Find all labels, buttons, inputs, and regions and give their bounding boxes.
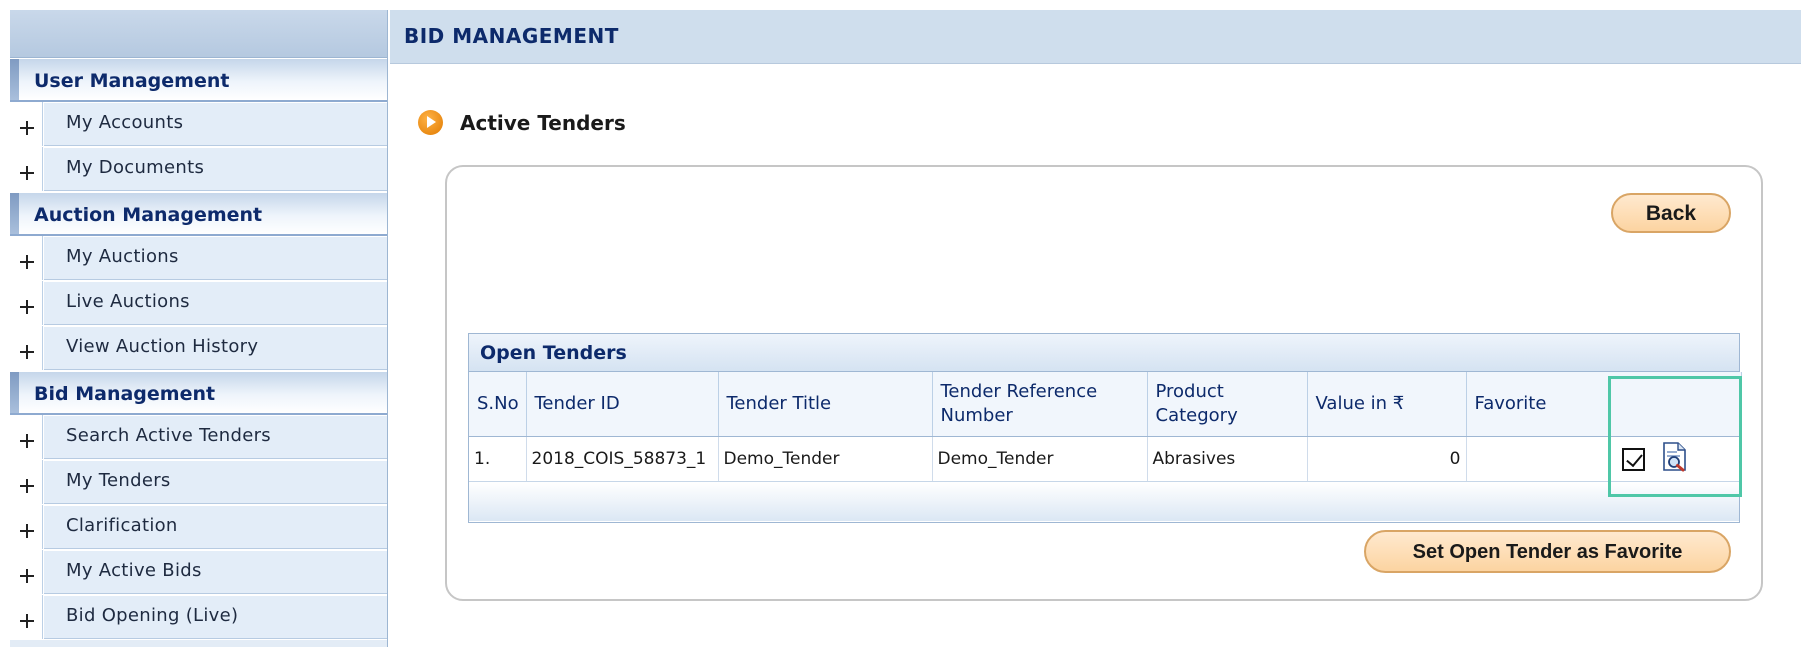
cell-tender-title: Demo_Tender (718, 436, 933, 481)
orange-arrow-icon (418, 110, 443, 135)
main-header: BID MANAGEMENT (390, 10, 1801, 64)
plus-icon (20, 121, 34, 135)
sidebar-section-bid-management: Bid Management (10, 371, 387, 415)
sidebar-item-my-auctions[interactable]: My Auctions (10, 236, 387, 281)
sidebar-item-label: Clarification (44, 505, 387, 549)
plus-icon (20, 614, 34, 628)
table-caption: Open Tenders (469, 334, 1739, 372)
column-header-product-category: Product Category (1147, 372, 1308, 437)
sidebar-item-label: My Documents (44, 147, 387, 191)
column-header-favorite: Favorite (1466, 372, 1742, 437)
back-button[interactable]: Back (1611, 193, 1731, 233)
plus-icon (20, 569, 34, 583)
tenders-grid: S.No Tender ID Tender Title Tender Refer… (469, 372, 1742, 481)
sidebar-item-my-documents[interactable]: My Documents (10, 147, 387, 192)
column-header-tender-title: Tender Title (718, 372, 933, 437)
sidebar-item-label: Live Auctions (44, 281, 387, 325)
view-document-icon[interactable] (1658, 441, 1690, 473)
open-tenders-table: Open Tenders S.No Tender ID Tender Title… (468, 333, 1742, 523)
plus-icon (20, 434, 34, 448)
favorite-checkbox[interactable] (1622, 448, 1645, 471)
column-header-sno: S.No (469, 372, 527, 437)
plus-cell (10, 147, 43, 191)
column-header-reference-number: Tender Reference Number (932, 372, 1148, 437)
sidebar-item-my-active-bids[interactable]: My Active Bids (10, 550, 387, 595)
sidebar-item-label: My Auctions (44, 236, 387, 280)
plus-cell (10, 550, 43, 594)
sidebar-item-label: View Auction History (44, 326, 387, 370)
sidebar: User Management My Accounts My Documents Au… (10, 10, 388, 647)
plus-cell (10, 505, 43, 549)
sidebar-item-label: My Accounts (44, 102, 387, 146)
sidebar-item-label: My Active Bids (44, 550, 387, 594)
column-header-value: Value in ₹ (1307, 372, 1467, 437)
table-header-row: S.No Tender ID Tender Title Tender Refer… (469, 372, 1742, 437)
table-row: 1. 2018_COIS_58873_1 Demo_Tender Demo_Te… (469, 436, 1742, 481)
column-header-tender-id: Tender ID (526, 372, 719, 437)
sidebar-item-live-auctions[interactable]: Live Auctions (10, 281, 387, 326)
sidebar-item-bid-opening-live[interactable]: Bid Opening (Live) (10, 595, 387, 640)
cell-product-category: Abrasives (1147, 436, 1308, 481)
plus-cell (10, 281, 43, 325)
sidebar-item-my-accounts[interactable]: My Accounts (10, 102, 387, 147)
cell-sno: 1. (469, 436, 527, 481)
sidebar-menu: User Management My Accounts My Documents Au… (10, 58, 387, 640)
plus-cell (10, 460, 43, 504)
cell-favorite (1466, 436, 1742, 481)
sidebar-item-label: Bid Opening (Live) (44, 595, 387, 639)
cell-tender-id: 2018_COIS_58873_1 (526, 436, 719, 481)
cell-reference-number: Demo_Tender (932, 436, 1148, 481)
plus-icon (20, 166, 34, 180)
plus-icon (20, 345, 34, 359)
sidebar-item-view-auction-history[interactable]: View Auction History (10, 326, 387, 371)
sidebar-item-my-tenders[interactable]: My Tenders (10, 460, 387, 505)
plus-cell (10, 595, 43, 639)
sidebar-item-label: Search Active Tenders (44, 415, 387, 459)
plus-icon (20, 479, 34, 493)
cell-value: 0 (1307, 436, 1467, 481)
sidebar-item-search-active-tenders[interactable]: Search Active Tenders (10, 415, 387, 460)
plus-icon (20, 524, 34, 538)
plus-cell (10, 236, 43, 280)
sidebar-top-bar (10, 10, 387, 58)
sidebar-section-user-management: User Management (10, 58, 387, 102)
set-open-tender-favorite-button[interactable]: Set Open Tender as Favorite (1364, 530, 1731, 573)
sidebar-item-clarification[interactable]: Clarification (10, 505, 387, 550)
section-title: Active Tenders (460, 111, 626, 135)
sidebar-section-auction-management: Auction Management (10, 192, 387, 236)
plus-icon (20, 255, 34, 269)
page-title: BID MANAGEMENT (404, 24, 619, 48)
table-footer (469, 481, 1739, 521)
sidebar-item-label: My Tenders (44, 460, 387, 504)
plus-cell (10, 326, 43, 370)
plus-icon (20, 300, 34, 314)
plus-cell (10, 102, 43, 146)
plus-cell (10, 415, 43, 459)
